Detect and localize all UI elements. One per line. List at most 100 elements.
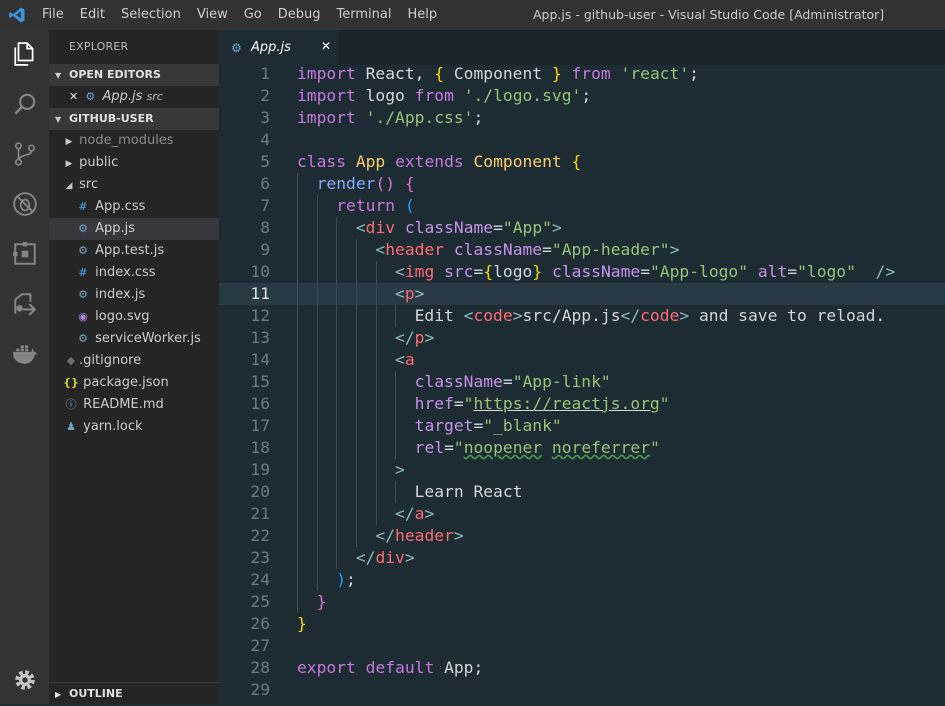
code-line[interactable]: 1 import React, { Component } from 'react… xyxy=(219,63,945,85)
code-line[interactable]: 29 xyxy=(219,679,945,701)
code-line[interactable]: 10 <img src={logo} className="App-logo" … xyxy=(219,261,945,283)
code-line[interactable]: 23 </div> xyxy=(219,547,945,569)
code-line[interactable]: 6 render() { xyxy=(219,173,945,195)
code-token: Component xyxy=(444,64,552,83)
code-token: p xyxy=(414,328,425,347)
code-line[interactable]: 7 return ( xyxy=(219,195,945,217)
code-token: ; xyxy=(346,570,356,589)
code-line[interactable]: 17 target="_blank" xyxy=(219,415,945,437)
code-token: 'react' xyxy=(620,64,690,83)
tree-item-package-json[interactable]: {} package.json xyxy=(49,372,219,394)
code-line[interactable]: 9 <header className="App-header"> xyxy=(219,239,945,261)
tree-item-public[interactable]: ▶ public xyxy=(49,152,219,174)
tree-item-app-js[interactable]: ⚙ App.js xyxy=(49,218,219,240)
code-token: "App-header" xyxy=(551,240,670,259)
line-number: 6 xyxy=(260,174,270,193)
code-line[interactable]: 14 <a xyxy=(219,349,945,371)
tree-item-yarn-lock[interactable]: ♟ yarn.lock xyxy=(49,416,219,438)
code-line[interactable]: 5 class App extends Component { xyxy=(219,151,945,173)
code-line[interactable]: 2 import logo from './logo.svg'; xyxy=(219,85,945,107)
settings-icon[interactable] xyxy=(0,658,49,702)
code-token: from xyxy=(414,86,454,105)
code-line[interactable]: 27 xyxy=(219,635,945,657)
code-token: target xyxy=(414,416,474,435)
line-number: 7 xyxy=(260,196,270,215)
tree-item-service-worker-js[interactable]: ⚙ serviceWorker.js xyxy=(49,328,219,350)
docker-icon[interactable] xyxy=(0,332,49,376)
menu-edit[interactable]: Edit xyxy=(72,0,113,30)
menu-terminal[interactable]: Terminal xyxy=(329,0,400,30)
debug-icon[interactable] xyxy=(0,182,49,226)
code-line[interactable]: 24 ); xyxy=(219,569,945,591)
search-icon[interactable] xyxy=(0,82,49,126)
menu-view[interactable]: View xyxy=(189,0,236,30)
tree-item-index-js[interactable]: ⚙ index.js xyxy=(49,284,219,306)
tree-item-app-test-js[interactable]: ⚙ App.test.js xyxy=(49,240,219,262)
chevron-right-icon: ▶ xyxy=(65,137,73,147)
menu-file[interactable]: File xyxy=(34,0,72,30)
menu-help[interactable]: Help xyxy=(399,0,445,30)
line-content: <div className="App"> xyxy=(297,217,562,239)
remote-icon[interactable] xyxy=(0,282,49,326)
open-editor-item[interactable]: ✕ ⚙ App.js src xyxy=(49,86,219,108)
project-header[interactable]: ▼ GITHUB-USER xyxy=(49,108,219,130)
code-token: } xyxy=(551,64,562,83)
line-number: 4 xyxy=(260,130,270,149)
code-line[interactable]: 15 className="App-link" xyxy=(219,371,945,393)
code-line[interactable]: 28 export default App; xyxy=(219,657,945,679)
extensions-icon[interactable] xyxy=(0,232,49,276)
code-line[interactable]: 18 rel="noopener noreferrer" xyxy=(219,437,945,459)
code-token: import xyxy=(297,86,356,105)
code-line[interactable]: 20 Learn React xyxy=(219,481,945,503)
outline-header[interactable]: ▶ OUTLINE xyxy=(49,682,219,704)
tree-item-gitignore[interactable]: ◆ .gitignore xyxy=(49,350,219,372)
tree-item-src[interactable]: ◢ src xyxy=(49,174,219,196)
code-line[interactable]: 13 </p> xyxy=(219,327,945,349)
code-line[interactable]: 8 <div className="App"> xyxy=(219,217,945,239)
tree-item-app-css[interactable]: # App.css xyxy=(49,196,219,218)
tree-item-logo-svg[interactable]: ◉ logo.svg xyxy=(49,306,219,328)
line-content: > xyxy=(297,459,405,481)
menu-selection[interactable]: Selection xyxy=(113,0,189,30)
tree-item-node-modules[interactable]: ▶ node_modules xyxy=(49,130,219,152)
code-line[interactable]: 11 <p> xyxy=(219,283,945,305)
code-editor[interactable]: 1 import React, { Component } from 'react… xyxy=(219,63,945,701)
line-content: export default App; xyxy=(297,657,483,679)
code-line[interactable]: 16 href="https://reactjs.org" xyxy=(219,393,945,415)
tab-bar: ⚙ App.js ✕ xyxy=(219,30,945,65)
code-line[interactable]: 4 xyxy=(219,129,945,151)
code-line[interactable]: 25 } xyxy=(219,591,945,613)
code-token: "logo" xyxy=(797,262,856,281)
code-line[interactable]: 12 Edit <code>src/App.js</code> and save… xyxy=(219,305,945,327)
source-control-icon[interactable] xyxy=(0,132,49,176)
close-icon[interactable]: ✕ xyxy=(321,39,331,53)
line-content: <a xyxy=(297,349,415,371)
code-token: { xyxy=(571,152,582,171)
code-token: and save to reload. xyxy=(689,306,886,325)
explorer-icon[interactable] xyxy=(0,32,49,76)
chevron-down-icon: ▼ xyxy=(55,115,62,124)
code-token: " xyxy=(659,394,670,413)
close-icon[interactable]: ✕ xyxy=(69,90,78,103)
tree-item-readme-md[interactable]: ⓘ README.md xyxy=(49,394,219,416)
code-token: header xyxy=(395,526,454,545)
code-line[interactable]: 3 import './App.css'; xyxy=(219,107,945,129)
line-number: 16 xyxy=(250,394,270,413)
tab-app-js[interactable]: ⚙ App.js ✕ xyxy=(219,30,339,65)
menu-debug[interactable]: Debug xyxy=(270,0,329,30)
code-line[interactable]: 22 </header> xyxy=(219,525,945,547)
code-token: > xyxy=(453,526,464,545)
code-line[interactable]: 21 </a> xyxy=(219,503,945,525)
menu-go[interactable]: Go xyxy=(236,0,270,30)
code-line[interactable]: 26} xyxy=(219,613,945,635)
git-file-icon: ◆ xyxy=(66,354,76,367)
code-line[interactable]: 19 > xyxy=(219,459,945,481)
tree-item-index-css[interactable]: # index.css xyxy=(49,262,219,284)
code-token: from xyxy=(561,64,621,83)
open-editors-header[interactable]: ▼ OPEN EDITORS xyxy=(49,64,219,86)
